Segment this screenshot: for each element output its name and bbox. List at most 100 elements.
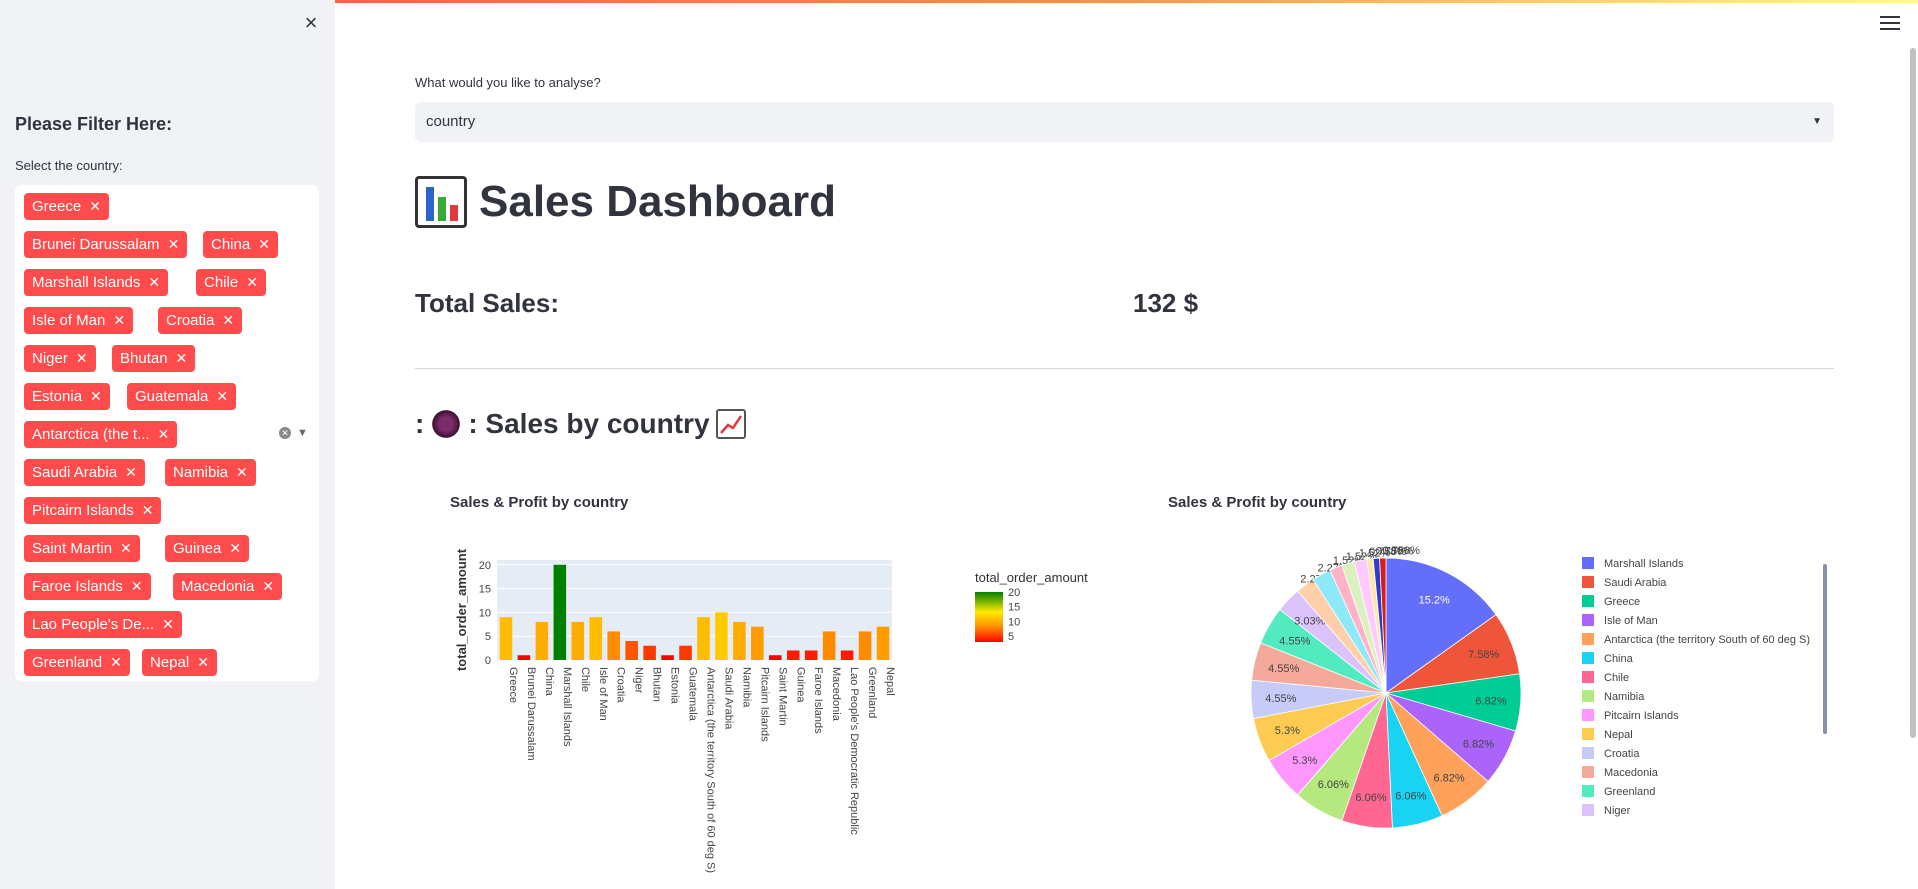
remove-tag-icon[interactable]: ✕ xyxy=(158,421,170,448)
selected-country-tag[interactable]: Guatemala ✕ xyxy=(127,383,237,410)
pie-slice-label: 6.06% xyxy=(1395,790,1426,802)
selected-country-tag[interactable]: Chile ✕ xyxy=(196,269,266,296)
x-tick-label: Pitcairn Islands xyxy=(758,667,770,742)
y-tick-label: 5 xyxy=(485,631,491,643)
legend-item: Chile xyxy=(1604,672,1629,684)
selected-country-tag[interactable]: Greenland ✕ xyxy=(24,649,130,676)
legend-swatch xyxy=(1582,728,1594,740)
tag-label: Bhutan xyxy=(120,350,168,367)
x-tick-label: China xyxy=(543,667,555,697)
selected-country-tag[interactable]: Macedonia ✕ xyxy=(173,573,283,600)
x-tick-label: Brunei Darussalam xyxy=(525,667,537,761)
legend-item: Greenland xyxy=(1604,786,1655,798)
selected-country-tag[interactable]: Nepal ✕ xyxy=(142,649,217,676)
bar xyxy=(751,626,764,660)
remove-tag-icon[interactable]: ✕ xyxy=(76,345,88,372)
remove-tag-icon[interactable]: ✕ xyxy=(222,307,234,334)
multiselect-controls: ✕ ▼ xyxy=(279,427,308,439)
legend-swatch xyxy=(1582,709,1594,721)
tag-label: Chile xyxy=(204,274,239,291)
tag-label: China xyxy=(211,236,251,253)
x-tick-label: Niger xyxy=(633,667,645,694)
bar xyxy=(822,631,836,660)
legend-item: Namibia xyxy=(1604,691,1645,703)
tag-label: Namibia xyxy=(173,464,229,481)
remove-tag-icon[interactable]: ✕ xyxy=(142,497,154,524)
remove-tag-icon[interactable]: ✕ xyxy=(176,345,188,372)
x-tick-label: Antarctica (the territory South of 60 de… xyxy=(704,667,716,873)
selected-country-tag[interactable]: Pitcairn Islands ✕ xyxy=(24,497,162,524)
divider xyxy=(415,368,1834,369)
bar xyxy=(715,612,728,660)
colorbar-tick-label: 5 xyxy=(1008,631,1014,643)
page-title-text: Sales Dashboard xyxy=(479,177,837,226)
scrollbar[interactable] xyxy=(1910,48,1916,738)
selected-country-tag[interactable]: Faroe Islands ✕ xyxy=(24,573,151,600)
remove-tag-icon[interactable]: ✕ xyxy=(229,535,241,562)
remove-tag-icon[interactable]: ✕ xyxy=(258,231,270,258)
remove-tag-icon[interactable]: ✕ xyxy=(90,383,102,410)
analyse-label: What would you like to analyse? xyxy=(415,75,601,90)
close-sidebar-icon[interactable]: × xyxy=(300,12,322,34)
bar xyxy=(876,626,890,660)
remove-tag-icon[interactable]: ✕ xyxy=(125,459,137,486)
legend-item: Pitcairn Islands xyxy=(1604,710,1679,722)
remove-tag-icon[interactable]: ✕ xyxy=(113,307,125,334)
remove-tag-icon[interactable]: ✕ xyxy=(216,383,228,410)
selected-country-tag[interactable]: Marshall Islands ✕ xyxy=(24,269,169,296)
pie-slice-label: 7.58% xyxy=(1468,649,1499,661)
remove-tag-icon[interactable]: ✕ xyxy=(262,573,274,600)
bar xyxy=(733,621,746,660)
analyse-select[interactable]: country ▼ xyxy=(415,102,1834,142)
remove-tag-icon[interactable]: ✕ xyxy=(89,193,101,220)
tag-label: Isle of Man xyxy=(32,312,106,329)
selected-country-tag[interactable]: Croatia ✕ xyxy=(158,307,243,334)
bar xyxy=(840,650,854,660)
legend-item: Nepal xyxy=(1604,729,1633,741)
total-sales-value: 132 $ xyxy=(1133,288,1199,318)
selected-country-tag[interactable]: Namibia ✕ xyxy=(165,459,256,486)
tag-label: Marshall Islands xyxy=(32,274,141,291)
chevron-down-icon[interactable]: ▼ xyxy=(1812,102,1822,142)
bar xyxy=(625,640,638,660)
x-tick-label: Macedonia xyxy=(830,667,842,722)
bar xyxy=(607,631,620,660)
selected-country-tag[interactable]: China ✕ xyxy=(203,231,278,258)
selected-country-tag[interactable]: Isle of Man ✕ xyxy=(24,307,134,334)
remove-tag-icon[interactable]: ✕ xyxy=(120,535,132,562)
legend-item: Niger xyxy=(1604,805,1631,817)
remove-tag-icon[interactable]: ✕ xyxy=(162,611,174,638)
country-multiselect[interactable]: Greece ✕ Brunei Darussalam ✕ China ✕ Marshall … xyxy=(15,185,319,681)
main-menu-icon[interactable] xyxy=(1880,16,1900,32)
tag-label: Greenland xyxy=(32,654,103,671)
tag-label: Saint Martin xyxy=(32,540,113,557)
selected-country-tag[interactable]: Brunei Darussalam ✕ xyxy=(24,231,188,258)
remove-tag-icon[interactable]: ✕ xyxy=(246,269,258,296)
selected-country-tag[interactable]: Lao People's De... ✕ xyxy=(24,611,182,638)
y-axis-label: total_order_amount xyxy=(454,548,469,671)
remove-tag-icon[interactable]: ✕ xyxy=(110,649,122,676)
selected-country-tag[interactable]: Antarctica (the t... ✕ xyxy=(24,421,178,448)
legend-swatch xyxy=(1582,747,1594,759)
clear-all-icon[interactable]: ✕ xyxy=(279,427,291,439)
remove-tag-icon[interactable]: ✕ xyxy=(131,573,143,600)
selected-country-tag[interactable]: Niger ✕ xyxy=(24,345,96,372)
remove-tag-icon[interactable]: ✕ xyxy=(168,231,180,258)
remove-tag-icon[interactable]: ✕ xyxy=(197,649,209,676)
legend-swatch xyxy=(1582,652,1594,664)
bar-chart-icon xyxy=(415,176,467,228)
selected-country-tag[interactable]: Saint Martin ✕ xyxy=(24,535,140,562)
chevron-down-icon[interactable]: ▼ xyxy=(297,427,308,439)
remove-tag-icon[interactable]: ✕ xyxy=(148,269,160,296)
selected-country-tag[interactable]: Saudi Arabia ✕ xyxy=(24,459,145,486)
legend-swatch xyxy=(1582,576,1594,588)
colorbar-title: total_order_amount xyxy=(975,570,1088,585)
remove-tag-icon[interactable]: ✕ xyxy=(236,459,248,486)
tag-label: Niger xyxy=(32,350,68,367)
selected-country-tag[interactable]: Bhutan ✕ xyxy=(112,345,196,372)
subheader-prefix: : xyxy=(415,408,425,439)
sidebar: × Please Filter Here: Select the country… xyxy=(0,0,335,889)
selected-country-tag[interactable]: Greece ✕ xyxy=(24,193,109,220)
selected-country-tag[interactable]: Estonia ✕ xyxy=(24,383,110,410)
selected-country-tag[interactable]: Guinea ✕ xyxy=(165,535,250,562)
